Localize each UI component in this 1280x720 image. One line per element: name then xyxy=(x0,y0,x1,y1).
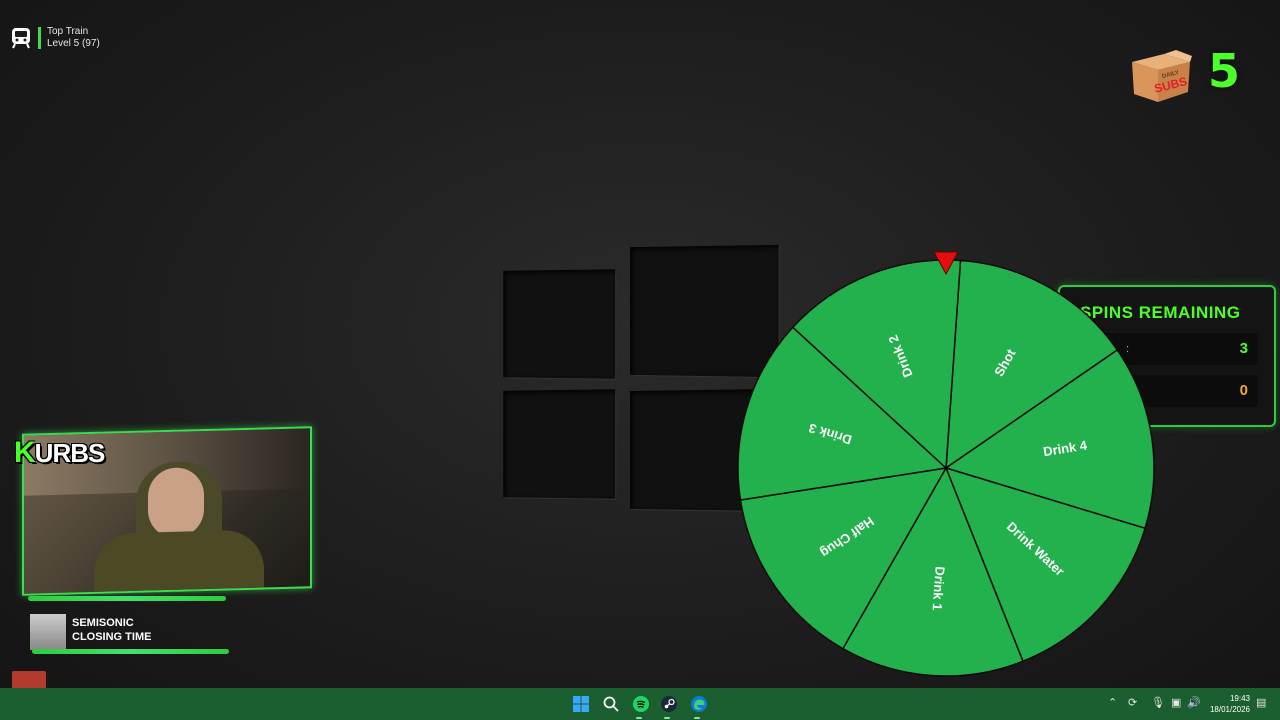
train-level-bar xyxy=(38,27,41,49)
edge-active-indicator xyxy=(694,717,700,719)
clock-time: 19:43 xyxy=(1229,694,1250,703)
taskbar-clock[interactable]: 19:43 18/01/2026 xyxy=(1210,693,1250,715)
webcam-underline-bar xyxy=(28,596,226,601)
steam-active-indicator xyxy=(664,717,670,719)
streamer-logo-k: K xyxy=(14,436,36,469)
clock-date: 18/01/2026 xyxy=(1209,705,1250,714)
microphone-icon[interactable]: 🎙 xyxy=(1151,696,1165,709)
wheel-segment-label: Drink 1 xyxy=(930,566,948,611)
train-icon xyxy=(12,28,30,49)
start-icon[interactable] xyxy=(567,688,595,720)
tray-overflow-chevron-icon[interactable]: ⌃ xyxy=(1108,696,1117,709)
streamer-logo: KURBS xyxy=(14,436,106,470)
daily-subs-box-icon: DAILY SUBS xyxy=(1128,48,1194,104)
steam-icon[interactable] xyxy=(655,688,683,720)
webcam-face xyxy=(148,467,204,539)
streamer-logo-rest: URBS xyxy=(34,438,106,468)
volume-icon[interactable]: 🔊 xyxy=(1187,696,1201,709)
album-art xyxy=(30,614,66,650)
now-playing-text: SEMISONIC CLOSING TIME xyxy=(72,616,151,644)
taskbar: ⌃ ⟳ 🎙 ▣ 🔊 19:43 18/01/2026 ▤ xyxy=(0,688,1280,720)
top-train-widget: Top Train Level 5 (97) xyxy=(10,26,100,50)
notifications-icon[interactable]: ▤ xyxy=(1256,696,1266,709)
spin-wheel[interactable]: ShotDrink 4Drink WaterDrink 1Half ChugDr… xyxy=(736,250,1156,680)
sync-icon[interactable]: ⟳ xyxy=(1128,696,1137,709)
edge-icon[interactable] xyxy=(685,688,713,720)
spins-row-value: 3 xyxy=(1239,340,1248,357)
train-title: Top Train xyxy=(47,26,89,37)
webcam-hoodie xyxy=(94,529,264,594)
now-playing-artist: SEMISONIC xyxy=(72,617,134,629)
search-icon[interactable] xyxy=(597,688,625,720)
network-icon[interactable]: ▣ xyxy=(1171,696,1181,709)
spotify-active-indicator xyxy=(636,717,642,719)
now-playing-progress-bar xyxy=(32,649,229,654)
spotify-icon[interactable] xyxy=(627,688,655,720)
spins-row-value: 0 xyxy=(1239,382,1248,399)
daily-subs-count: 5 xyxy=(1208,44,1241,98)
now-playing-title: CLOSING TIME xyxy=(72,631,152,643)
train-level: Level 5 (97) xyxy=(47,38,100,49)
